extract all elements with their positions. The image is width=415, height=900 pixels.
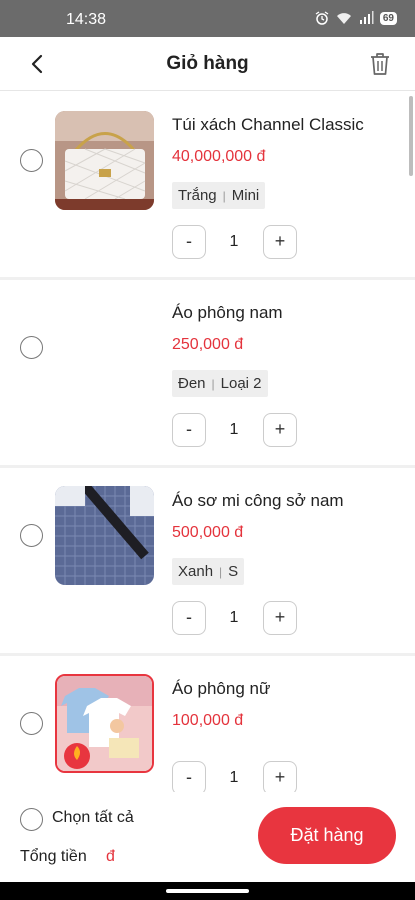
product-name: Áo sơ mi công sở nam [172,491,344,510]
alarm-icon [315,11,329,25]
select-all-radio[interactable] [20,808,43,831]
page-title: Giỏ hàng [166,53,249,74]
increase-qty-button[interactable]: + [263,601,297,635]
decrease-qty-button[interactable]: - [172,761,206,792]
decrease-qty-button[interactable]: - [172,225,206,259]
quantity-value: 1 [229,233,239,250]
cart-item: Áo phông nam 250,000 đ Đen | Loại 2 - 1 + [0,280,415,465]
status-time: 14:38 [66,11,107,28]
product-price: 40,000,000 đ [172,148,266,165]
place-order-button[interactable]: Đặt hàng [258,807,396,864]
variant-size: S [228,563,239,580]
wifi-icon [336,13,351,24]
increase-qty-button[interactable]: + [263,761,297,792]
item-select-radio[interactable] [20,336,43,359]
product-price: 100,000 đ [172,712,244,729]
item-select-radio[interactable] [20,712,43,735]
select-all-label[interactable]: Chọn tất cả [52,809,134,827]
total-value: đ [106,848,115,865]
product-name: Áo phông nam [172,303,283,322]
product-image [55,674,154,773]
decrease-qty-button[interactable]: - [172,601,206,635]
decrease-qty-button[interactable]: - [172,413,206,447]
cart-item: Túi xách Channel Classic 40,000,000 đ Tr… [0,92,415,277]
increase-qty-button[interactable]: + [263,413,297,447]
handbag-photo [55,111,154,210]
status-icons: 69 [314,10,397,26]
cart-item: Áo sơ mi công sở nam 500,000 đ Xanh | S - … [0,468,415,653]
quantity-value: 1 [229,769,239,786]
product-name: Áo phông nữ [172,679,271,698]
trash-icon[interactable] [367,50,393,78]
product-price: 250,000 đ [172,336,244,353]
variant-tag[interactable]: Đen | Loại 2 [172,370,268,397]
cart-item: Áo phông nữ 100,000 đ - 1 + [0,656,415,792]
battery-icon: 69 [379,11,397,25]
home-handle[interactable] [166,889,249,893]
quantity-value: 1 [229,609,239,626]
variant-tag[interactable]: Trắng | Mini [172,182,266,209]
variant-color: Đen [178,375,206,392]
product-name: Túi xách Channel Classic [172,115,364,134]
cart-list[interactable]: Túi xách Channel Classic 40,000,000 đ Tr… [0,92,415,792]
variant-color: Trắng [178,187,217,204]
variant-size: Loại 2 [220,375,262,392]
status-bar: 14:38 69 [0,0,415,37]
quantity-value: 1 [229,421,239,438]
product-image [55,111,154,210]
scrollbar[interactable] [409,96,413,176]
product-price: 500,000 đ [172,524,244,541]
product-image [55,486,154,585]
item-select-radio[interactable] [20,524,43,547]
item-select-radio[interactable] [20,149,43,172]
total-label: Tổng tiền [20,848,87,865]
variant-size: Mini [231,187,260,204]
shirt-photo [55,486,154,585]
variant-color: Xanh [178,563,214,580]
system-nav-bar [0,882,415,900]
tshirt-photo [57,676,152,771]
signal-icon [359,11,374,24]
checkout-footer: Chọn tất cả Tổng tiền đ Đặt hàng [0,792,415,882]
increase-qty-button[interactable]: + [263,225,297,259]
variant-tag[interactable]: Xanh | S [172,558,245,585]
app-bar: Giỏ hàng [0,37,415,91]
